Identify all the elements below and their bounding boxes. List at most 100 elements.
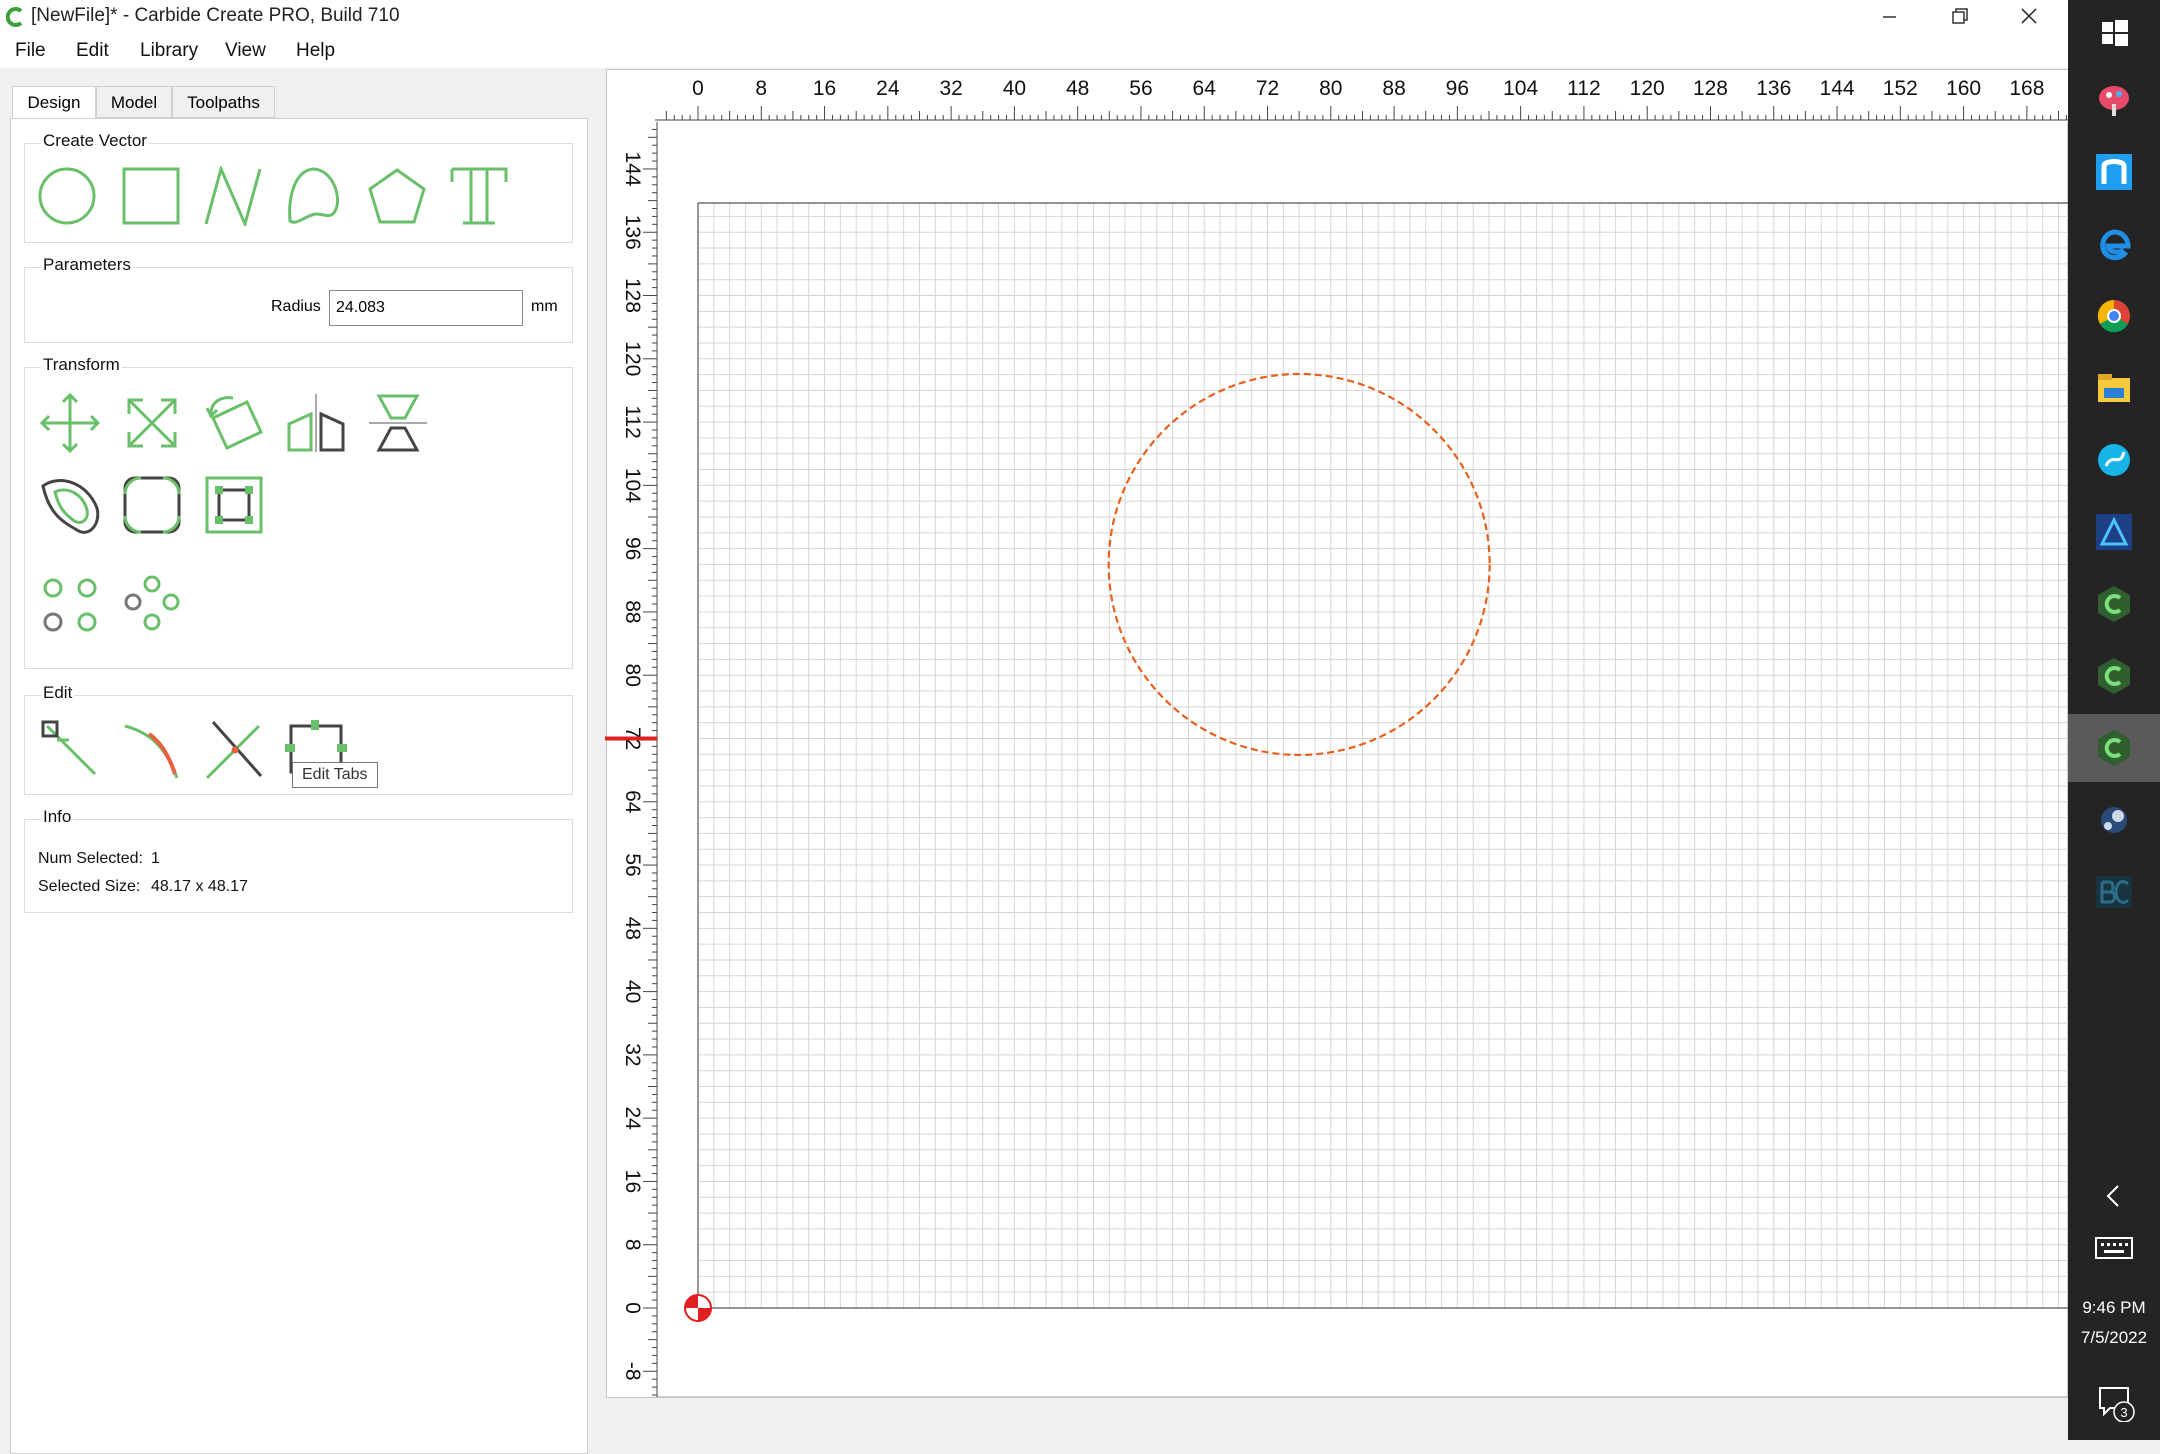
minimize-icon <box>1883 16 1896 18</box>
radius-input[interactable] <box>329 290 523 326</box>
canvas-area[interactable]: 0 8 16 24 32 40 48 56 64 72 80 88 96 104 112 120 128 136 1… <box>605 68 2069 1440</box>
fillet-tool-icon[interactable] <box>121 474 183 536</box>
boolean-tool-icon[interactable] <box>203 474 265 536</box>
tab-model[interactable]: Model <box>96 86 172 118</box>
keyboard-icon[interactable] <box>2094 1234 2134 1262</box>
x-ruler-label: 152 <box>1883 77 1918 100</box>
clock-time[interactable]: 9:46 PM <box>2068 1298 2160 1318</box>
x-ruler-label: 144 <box>1820 77 1855 100</box>
y-ruler-label: 0 <box>621 1302 644 1314</box>
x-ruler-label: 56 <box>1129 77 1152 100</box>
restore-button[interactable] <box>1926 0 1992 36</box>
network-app-icon[interactable] <box>2092 150 2136 194</box>
title-bar: [NewFile]* - Carbide Create PRO, Build 7… <box>0 0 2068 36</box>
x-ruler-label: 64 <box>1193 77 1217 100</box>
menu-bar: File Edit Library View Help <box>0 36 2068 68</box>
chevron-left-icon[interactable] <box>2098 1180 2130 1212</box>
y-ruler-label: 24 <box>621 1106 644 1130</box>
info-title: Info <box>41 807 74 827</box>
radius-unit: mm <box>531 298 558 315</box>
y-ruler-label: 64 <box>621 790 644 814</box>
taskbar: 9:46 PM 7/5/2022 3 <box>2068 0 2160 1440</box>
y-ruler-label: 96 <box>621 537 644 560</box>
circular-array-icon[interactable] <box>121 574 183 636</box>
x-ruler-label: 16 <box>813 77 836 100</box>
menu-file[interactable]: File <box>15 40 46 62</box>
file-explorer-icon[interactable] <box>2092 366 2136 410</box>
windows-start-icon[interactable] <box>2092 10 2136 54</box>
align-tool-icon[interactable] <box>367 392 429 454</box>
x-ruler-label: 88 <box>1382 77 1405 100</box>
text-tool-icon[interactable] <box>449 166 509 226</box>
split-tool-icon[interactable] <box>203 718 265 780</box>
notification-count: 3 <box>2120 1405 2127 1420</box>
origin-marker-icon <box>684 1294 712 1322</box>
polygon-tool-icon[interactable] <box>367 166 427 226</box>
node-edit-icon[interactable] <box>39 718 101 780</box>
parameters-title: Parameters <box>41 255 133 275</box>
affinity-designer-icon[interactable] <box>2092 510 2136 554</box>
x-ruler-label: 168 <box>2009 77 2044 100</box>
carbide-create-icon-2[interactable] <box>2092 654 2136 698</box>
vertical-ruler: 1441361281201121049688807264564840322416… <box>605 122 658 1397</box>
steam-like-app-icon[interactable] <box>2092 798 2136 842</box>
y-ruler-label: 8 <box>621 1239 644 1251</box>
parameters-group: Parameters Radius mm <box>24 255 573 343</box>
edge-browser-icon[interactable] <box>2092 222 2136 266</box>
y-ruler-label: 56 <box>621 853 644 876</box>
offset-tool-icon[interactable] <box>39 474 101 536</box>
menu-edit[interactable]: Edit <box>76 40 109 62</box>
menu-help[interactable]: Help <box>296 40 335 62</box>
x-ruler-label: 72 <box>1256 77 1279 100</box>
y-ruler-label: 120 <box>621 341 644 376</box>
x-ruler-label: 112 <box>1567 77 1600 100</box>
trim-tool-icon[interactable] <box>121 718 183 780</box>
notification-icon[interactable]: 3 <box>2096 1382 2136 1422</box>
bc-app-icon[interactable] <box>2092 870 2136 914</box>
menu-view[interactable]: View <box>225 40 266 62</box>
y-ruler-label: 80 <box>621 664 644 687</box>
circle-tool-icon[interactable] <box>37 166 97 226</box>
carbide-app-icon <box>6 7 23 27</box>
x-ruler-label: 0 <box>692 77 704 100</box>
close-button[interactable] <box>1996 0 2062 36</box>
polyline-tool-icon[interactable] <box>203 166 263 226</box>
transform-group: Transform <box>24 355 573 669</box>
x-ruler-label: 32 <box>939 77 962 100</box>
y-ruler-label: 88 <box>621 600 644 623</box>
x-ruler-label: 160 <box>1946 77 1981 100</box>
paint-app-icon[interactable] <box>2092 78 2136 122</box>
x-ruler-label: 128 <box>1693 77 1728 100</box>
num-selected-value: 1 <box>151 850 160 867</box>
mirror-tool-icon[interactable] <box>285 392 347 454</box>
clock-date[interactable]: 7/5/2022 <box>2068 1328 2160 1348</box>
y-ruler-label: 136 <box>621 215 644 250</box>
minimize-button[interactable] <box>1856 0 1922 36</box>
carbide-create-icon-active[interactable] <box>2092 726 2136 770</box>
scale-tool-icon[interactable] <box>121 392 183 454</box>
curve-tool-icon[interactable] <box>285 166 345 226</box>
horizontal-ruler: 0 8 16 24 32 40 48 56 64 72 80 88 96 104 112 120 128 136 1… <box>607 70 2068 122</box>
y-ruler-label: 104 <box>621 468 644 503</box>
menu-library[interactable]: Library <box>140 40 198 62</box>
x-ruler-label: 136 <box>1756 77 1791 100</box>
x-ruler-label: 8 <box>755 77 767 100</box>
rotate-tool-icon[interactable] <box>203 392 265 454</box>
tab-toolpaths[interactable]: Toolpaths <box>172 86 275 118</box>
y-ruler-label: 40 <box>621 980 644 1003</box>
x-ruler-label: 48 <box>1066 77 1089 100</box>
selected-size-value: 48.17 x 48.17 <box>151 878 248 895</box>
y-ruler-label: 128 <box>621 278 644 313</box>
design-canvas[interactable]: 0 8 16 24 32 40 48 56 64 72 80 88 96 104 112 120 128 136 1… <box>605 68 2069 1440</box>
rectangle-tool-icon[interactable] <box>121 166 181 226</box>
cad-app-icon[interactable] <box>2092 438 2136 482</box>
x-ruler-label: 96 <box>1446 77 1469 100</box>
info-group: Info Num Selected: 1 Selected Size: 48.1… <box>24 807 573 913</box>
linear-array-icon[interactable] <box>39 574 101 636</box>
tab-design[interactable]: Design <box>12 86 96 120</box>
move-tool-icon[interactable] <box>39 392 101 454</box>
x-ruler-label: 120 <box>1630 77 1665 100</box>
x-ruler-label: 24 <box>876 77 900 100</box>
carbide-create-icon-1[interactable] <box>2092 582 2136 626</box>
chrome-browser-icon[interactable] <box>2092 294 2136 338</box>
